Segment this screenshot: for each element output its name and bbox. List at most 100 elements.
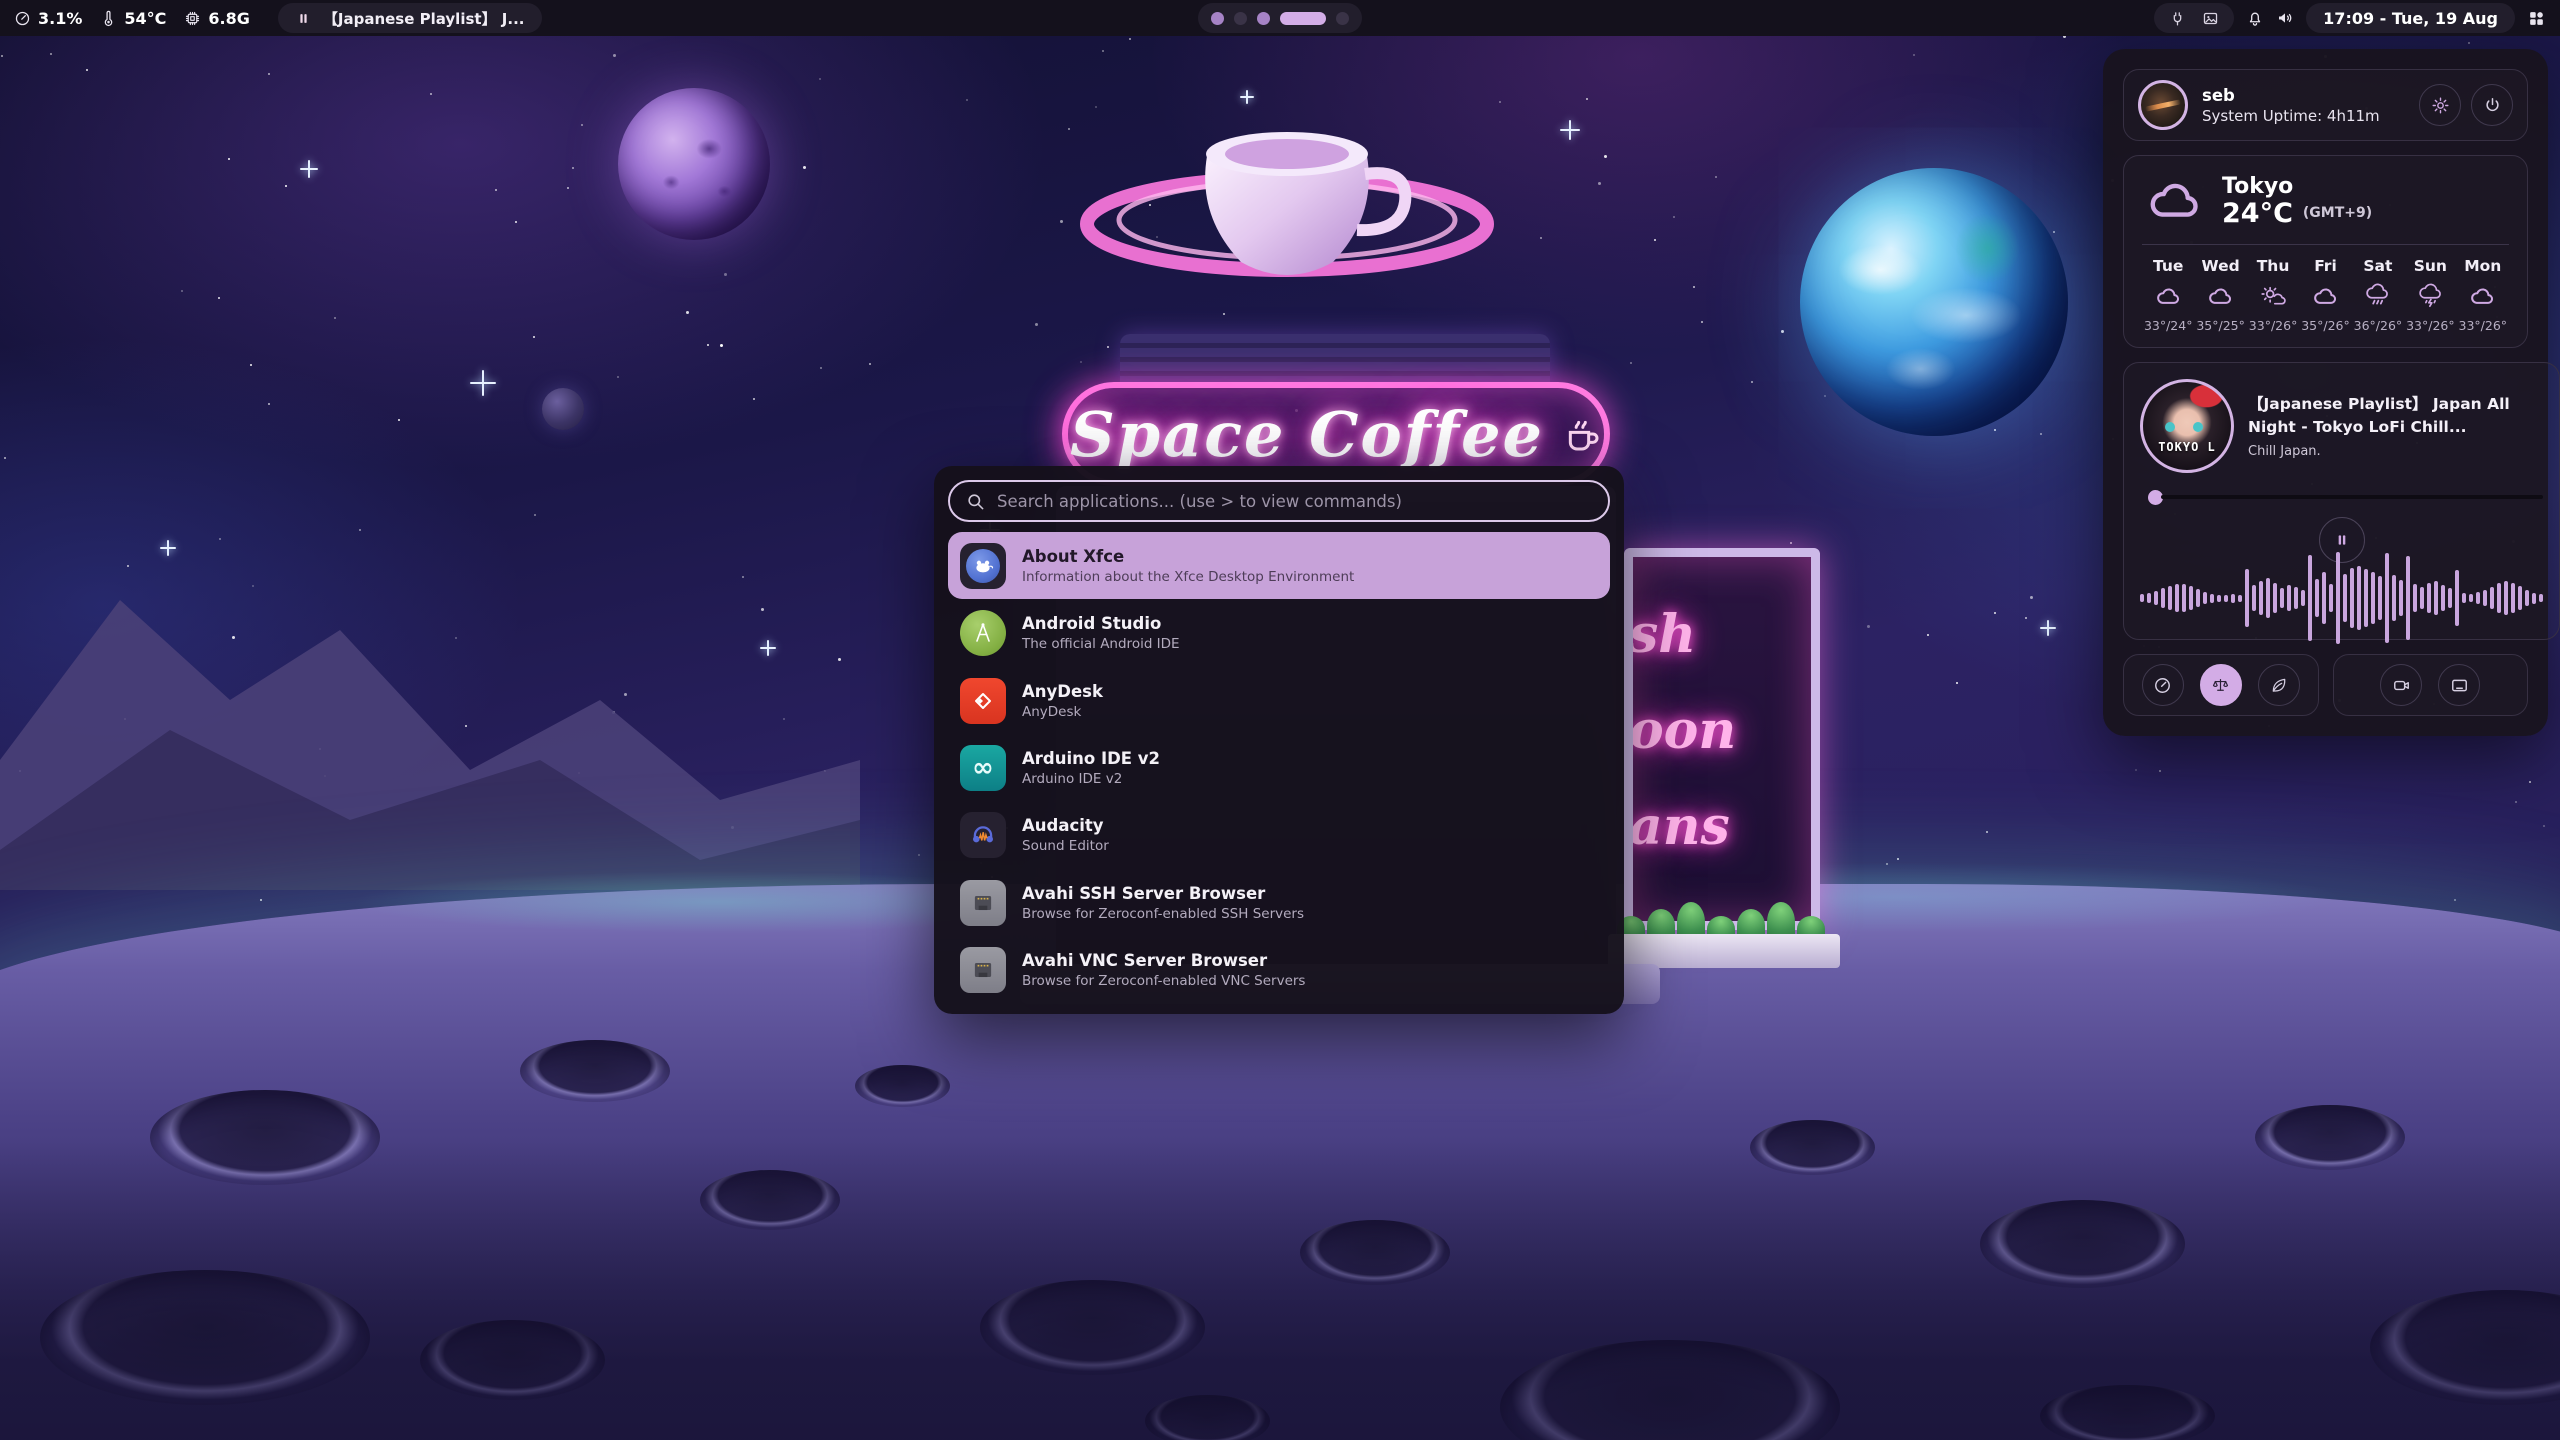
waveform-bar <box>2203 592 2207 604</box>
forecast-day-label: Thu <box>2257 257 2290 275</box>
workspace-dot[interactable] <box>1336 12 1349 25</box>
speedometer-icon <box>14 10 31 27</box>
power-button[interactable] <box>2471 84 2513 126</box>
forecast-day: Mon 33°/26° <box>2457 257 2509 333</box>
system-uptime: System Uptime: 4h11m <box>2202 107 2380 125</box>
forecast-day: Tue 33°/24° <box>2142 257 2194 333</box>
waveform-bar <box>2196 589 2200 607</box>
app-title: Avahi VNC Server Browser <box>1022 951 1305 970</box>
notifications-bell-icon[interactable] <box>2246 9 2264 27</box>
search-input[interactable] <box>997 492 1592 511</box>
video-camera-icon <box>2392 676 2411 695</box>
app-row[interactable]: Android Studio The official Android IDE <box>948 599 1610 666</box>
waveform-bar <box>2434 581 2438 615</box>
app-row[interactable]: ∞ Arduino IDE v2 Arduino IDE v2 <box>948 734 1610 801</box>
search-bar[interactable] <box>948 480 1610 522</box>
waveform-bar <box>2385 553 2389 643</box>
media-pill[interactable]: 【Japanese Playlist】 J... <box>278 3 543 33</box>
app-row[interactable]: Audacity Sound Editor <box>948 802 1610 869</box>
waveform-bar <box>2266 578 2270 618</box>
waveform-bar <box>2504 581 2508 615</box>
waveform-bar <box>2273 583 2277 613</box>
forecast-day-label: Wed <box>2202 257 2240 275</box>
cpu-value: 3.1% <box>38 9 82 28</box>
play-pause-button[interactable] <box>2319 517 2365 563</box>
waveform-bar <box>2413 584 2417 612</box>
app-grid-icon[interactable] <box>2527 9 2546 28</box>
performance-profile-button[interactable] <box>2142 664 2184 706</box>
waveform-bar <box>2224 595 2228 602</box>
temp-value: 54°C <box>124 9 166 28</box>
waveform-bar <box>2301 590 2305 606</box>
forecast-day-label: Sun <box>2414 257 2447 275</box>
waveform-bar <box>2336 552 2340 644</box>
speedometer-icon <box>2153 676 2172 695</box>
waveform-bar <box>2308 555 2312 641</box>
screen-record-button[interactable] <box>2380 664 2422 706</box>
app-description: Sound Editor <box>1022 838 1109 854</box>
waveform-bar <box>2175 584 2179 612</box>
app-title: Arduino IDE v2 <box>1022 749 1160 768</box>
volume-icon[interactable] <box>2276 9 2294 27</box>
waveform-bar <box>2245 569 2249 627</box>
memory-value: 6.8G <box>208 9 249 28</box>
app-row[interactable]: About Xfce Information about the Xfce De… <box>948 532 1610 599</box>
power-icon <box>2483 96 2502 115</box>
cloud-weather-icon <box>2155 283 2182 310</box>
screenshot-button[interactable] <box>2438 664 2480 706</box>
forecast-day-label: Tue <box>2153 257 2183 275</box>
forecast-temps: 33°/24° <box>2144 318 2193 333</box>
waveform-bar <box>2343 574 2347 622</box>
user-card: seb System Uptime: 4h11m <box>2123 69 2528 141</box>
waveform-bar <box>2539 594 2543 602</box>
avahi-app-icon <box>960 947 1006 993</box>
forecast-day-label: Sat <box>2363 257 2392 275</box>
waveform-bar <box>2497 583 2501 613</box>
network-tray-icon[interactable] <box>2169 10 2186 27</box>
forecast-temps: 35°/25° <box>2196 318 2245 333</box>
image-tray-icon[interactable] <box>2202 10 2219 27</box>
dashboard-panel: seb System Uptime: 4h11m Tokyo 24°C (GMT… <box>2103 49 2548 736</box>
app-row[interactable]: Avahi SSH Server Browser Browse for Zero… <box>948 869 1610 936</box>
app-row[interactable]: Avahi VNC Server Browser Browse for Zero… <box>948 937 1610 1004</box>
workspace-dot[interactable] <box>1211 12 1224 25</box>
settings-button[interactable] <box>2419 84 2461 126</box>
workspace-dot[interactable] <box>1234 12 1247 25</box>
waveform-bar <box>2161 588 2165 608</box>
anydesk-app-icon <box>960 678 1006 724</box>
workspace-dot[interactable] <box>1280 12 1326 25</box>
waveform-bar <box>2238 595 2242 602</box>
waveform-bar <box>2182 584 2186 612</box>
app-description: The official Android IDE <box>1022 636 1180 652</box>
music-player-card: TOKYO L 【Japanese Playlist】 Japan All Ni… <box>2123 362 2560 640</box>
clock[interactable]: 17:09 - Tue, 19 Aug <box>2306 3 2515 33</box>
seek-bar[interactable] <box>2140 489 2543 505</box>
cpu-stat[interactable]: 3.1% <box>14 9 82 28</box>
top-bar: 3.1% 54°C 6.8G 【Japanese Playlist】 J... … <box>0 0 2560 36</box>
temp-stat[interactable]: 54°C <box>100 9 166 28</box>
waveform-bar <box>2168 586 2172 610</box>
forecast-day: Thu 33°/26° <box>2247 257 2299 333</box>
scales-icon <box>2211 676 2230 695</box>
app-title: AnyDesk <box>1022 682 1103 701</box>
waveform-bar <box>2490 587 2494 609</box>
waveform-bar <box>2406 556 2410 640</box>
weather-card: Tokyo 24°C (GMT+9) Tue 33°/24° Wed 35°/2… <box>2123 155 2528 348</box>
waveform-bar <box>2329 584 2333 612</box>
chip-icon <box>184 10 201 27</box>
balanced-profile-button[interactable] <box>2200 664 2242 706</box>
powersave-profile-button[interactable] <box>2258 664 2300 706</box>
app-row[interactable]: AnyDesk AnyDesk <box>948 667 1610 734</box>
workspace-indicator[interactable] <box>1198 3 1362 33</box>
waveform-bar <box>2511 583 2515 613</box>
memory-stat[interactable]: 6.8G <box>184 9 249 28</box>
album-art[interactable]: TOKYO L <box>2140 379 2234 473</box>
workspace-dot[interactable] <box>1257 12 1270 25</box>
waveform-bar <box>2448 588 2452 608</box>
app-description: Browse for Zeroconf-enabled VNC Servers <box>1022 973 1305 989</box>
app-description: Arduino IDE v2 <box>1022 771 1160 787</box>
forecast-day: Sat 36°/26° <box>2352 257 2404 333</box>
avatar[interactable] <box>2138 80 2188 130</box>
waveform-bar <box>2469 594 2473 602</box>
thermometer-icon <box>100 10 117 27</box>
